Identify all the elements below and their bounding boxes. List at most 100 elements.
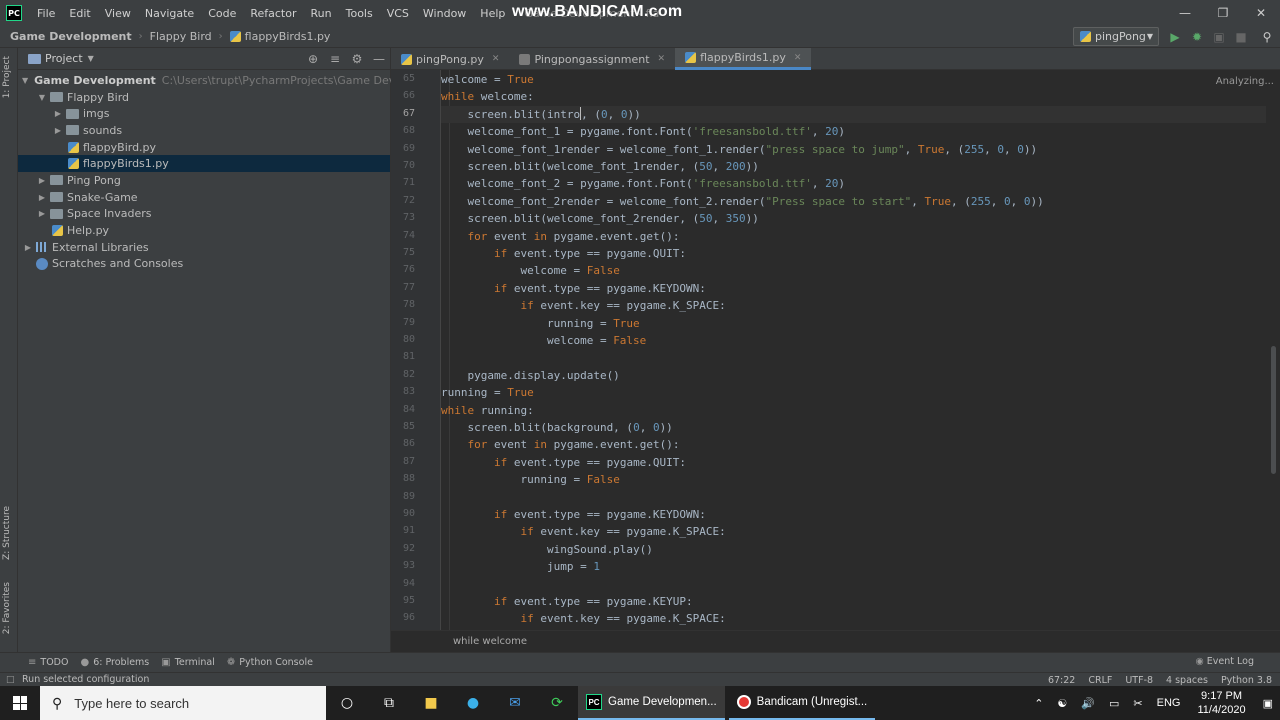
breadcrumb-file[interactable]: flappyBirds1.py xyxy=(245,30,331,43)
notification-icon[interactable]: ▣ xyxy=(1263,697,1273,710)
code-line[interactable] xyxy=(441,489,1266,506)
code-line[interactable]: wingSound.play() xyxy=(441,541,1266,558)
tree-item-space-invaders[interactable]: ▶ Space Invaders xyxy=(18,206,390,223)
chevron-right-icon[interactable]: ▶ xyxy=(36,209,48,218)
edge-icon[interactable]: ● xyxy=(452,686,494,720)
battery-icon[interactable]: ▭ xyxy=(1109,697,1119,710)
code-line[interactable]: screen.blit(welcome_font_2render, (50, 3… xyxy=(441,210,1266,227)
tree-item-help-py[interactable]: Help.py xyxy=(18,222,390,239)
code-line[interactable]: running = False xyxy=(441,471,1266,488)
code-line[interactable]: if event.key == pygame.K_SPACE: xyxy=(441,297,1266,314)
structure-tool-tab[interactable]: Z: Structure xyxy=(2,506,16,560)
close-tab-icon[interactable]: ✕ xyxy=(658,54,666,64)
chevron-right-icon[interactable]: ▶ xyxy=(36,193,48,202)
run-icon[interactable]: ▶ xyxy=(1166,28,1184,46)
code-line[interactable] xyxy=(441,349,1266,366)
locate-icon[interactable]: ⊕ xyxy=(302,52,324,66)
gear-icon[interactable]: ⚙ xyxy=(346,52,368,66)
code-line[interactable]: jump = 1 xyxy=(441,558,1266,575)
project-tool-tab[interactable]: 1: Project xyxy=(2,56,16,98)
mail-icon[interactable]: ✉ xyxy=(494,686,536,720)
menu-code[interactable]: Code xyxy=(201,7,243,20)
line-separator[interactable]: CRLF xyxy=(1088,675,1112,686)
tree-item-external-libraries[interactable]: ▶ External Libraries xyxy=(18,239,390,256)
menu-window[interactable]: Window xyxy=(416,7,473,20)
menu-refactor[interactable]: Refactor xyxy=(243,7,303,20)
menu-run[interactable]: Run xyxy=(304,7,339,20)
code-line[interactable]: for event in pygame.event.get(): xyxy=(441,228,1266,245)
event-log-button[interactable]: ◉ Event Log xyxy=(1195,656,1254,667)
search-icon[interactable]: ⚲ xyxy=(1258,28,1276,46)
network-icon[interactable]: ☯ xyxy=(1057,697,1067,710)
tree-item-flappybird-py[interactable]: flappyBird.py xyxy=(18,139,390,156)
taskbar-search[interactable]: ⚲ Type here to search xyxy=(40,686,326,720)
tree-item-flappybirds1-py[interactable]: flappyBirds1.py xyxy=(18,155,390,173)
code-line[interactable]: screen.blit(intro, (0, 0)) xyxy=(441,105,1266,124)
code-line[interactable]: welcome = True xyxy=(441,71,1266,88)
tab-pingpong-py[interactable]: pingPong.py ✕ xyxy=(391,48,509,70)
code-line[interactable]: running = True xyxy=(441,384,1266,401)
editor-scrollbar[interactable] xyxy=(1271,346,1276,474)
tab-flappybirds1-py[interactable]: flappyBirds1.py ✕ xyxy=(675,48,812,70)
file-encoding[interactable]: UTF-8 xyxy=(1125,675,1153,686)
chevron-up-icon[interactable]: ⌃ xyxy=(1034,697,1043,710)
language-indicator[interactable]: ENG xyxy=(1157,697,1181,709)
tab-pingpongassignment[interactable]: Pingpongassignment ✕ xyxy=(509,48,675,70)
code-line[interactable]: if event.key == pygame.K_SPACE: xyxy=(441,610,1266,627)
close-tab-icon[interactable]: ✕ xyxy=(492,54,500,64)
code-line[interactable]: running = True xyxy=(441,315,1266,332)
layout-icon[interactable]: □ xyxy=(6,675,15,685)
volume-icon[interactable]: 🔊 xyxy=(1081,697,1095,710)
chevron-down-icon[interactable]: ▼ xyxy=(22,76,28,85)
tree-item-ping-pong[interactable]: ▶ Ping Pong xyxy=(18,172,390,189)
collapse-all-icon[interactable]: ≡ xyxy=(324,52,346,66)
tree-item-scratches[interactable]: Scratches and Consoles xyxy=(18,256,390,273)
taskbar-app-bandicam[interactable]: Bandicam (Unregist... xyxy=(728,686,876,720)
chevron-down-icon[interactable]: ▼ xyxy=(36,93,48,102)
project-panel-title[interactable]: Project xyxy=(45,52,83,65)
stop-icon[interactable]: ■ xyxy=(1232,28,1250,46)
terminal-tool-button[interactable]: ▣ Terminal xyxy=(161,657,215,668)
code-area[interactable]: welcome = True while welcome: screen.blit… xyxy=(441,70,1266,630)
hide-icon[interactable]: — xyxy=(368,52,390,66)
start-button[interactable] xyxy=(0,686,40,720)
breadcrumb-folder[interactable]: Flappy Bird xyxy=(150,30,212,43)
code-line[interactable]: welcome_font_1 = pygame.font.Font('frees… xyxy=(441,123,1266,140)
caret-position[interactable]: 67:22 xyxy=(1048,675,1075,686)
coverage-icon[interactable]: ▣ xyxy=(1210,28,1228,46)
maximize-icon[interactable]: ❐ xyxy=(1204,0,1242,26)
minimize-icon[interactable]: — xyxy=(1166,0,1204,26)
chevron-right-icon[interactable]: ▶ xyxy=(52,126,64,135)
close-icon[interactable]: ✕ xyxy=(1242,0,1280,26)
python-console-tool-button[interactable]: ❁ Python Console xyxy=(227,657,313,668)
problems-tool-button[interactable]: ● 6: Problems xyxy=(80,657,149,668)
code-line[interactable]: welcome_font_2 = pygame.font.Font('frees… xyxy=(441,175,1266,192)
python-interpreter[interactable]: Python 3.8 xyxy=(1221,675,1272,686)
code-breadcrumb[interactable]: while welcome xyxy=(391,630,1280,652)
todo-tool-button[interactable]: ≡ TODO xyxy=(28,657,68,668)
menu-view[interactable]: View xyxy=(98,7,138,20)
tree-item-imgs[interactable]: ▶ imgs xyxy=(18,105,390,122)
sync-icon[interactable]: ⟳ xyxy=(536,686,578,720)
code-line[interactable]: if event.type == pygame.KEYUP: xyxy=(441,593,1266,610)
menu-navigate[interactable]: Navigate xyxy=(138,7,201,20)
menu-tools[interactable]: Tools xyxy=(339,7,380,20)
wifi-icon[interactable]: ✂ xyxy=(1133,697,1142,710)
favorites-tool-tab[interactable]: 2: Favorites xyxy=(2,582,16,634)
code-line[interactable]: welcome = False xyxy=(441,332,1266,349)
debug-icon[interactable]: ✹ xyxy=(1188,28,1206,46)
code-line[interactable]: if event.type == pygame.KEYDOWN: xyxy=(441,506,1266,523)
code-line[interactable]: if event.type == pygame.QUIT: xyxy=(441,245,1266,262)
task-view-icon[interactable]: ⧉ xyxy=(368,686,410,720)
tree-item-root[interactable]: ▼ Game Development C:\Users\trupt\Pychar… xyxy=(18,72,448,89)
tree-item-sounds[interactable]: ▶ sounds xyxy=(18,122,390,139)
code-breadcrumb-label[interactable]: while welcome xyxy=(453,636,527,647)
chevron-right-icon[interactable]: ▶ xyxy=(22,243,34,252)
file-explorer-icon[interactable]: ■ xyxy=(410,686,452,720)
menu-edit[interactable]: Edit xyxy=(62,7,97,20)
chevron-right-icon[interactable]: ▶ xyxy=(52,109,64,118)
code-line[interactable]: while welcome: xyxy=(441,88,1266,105)
run-configuration-select[interactable]: pingPong ▼ xyxy=(1073,27,1159,46)
code-line[interactable]: if event.type == pygame.KEYDOWN: xyxy=(441,280,1266,297)
code-line[interactable]: for event in pygame.event.get(): xyxy=(441,436,1266,453)
